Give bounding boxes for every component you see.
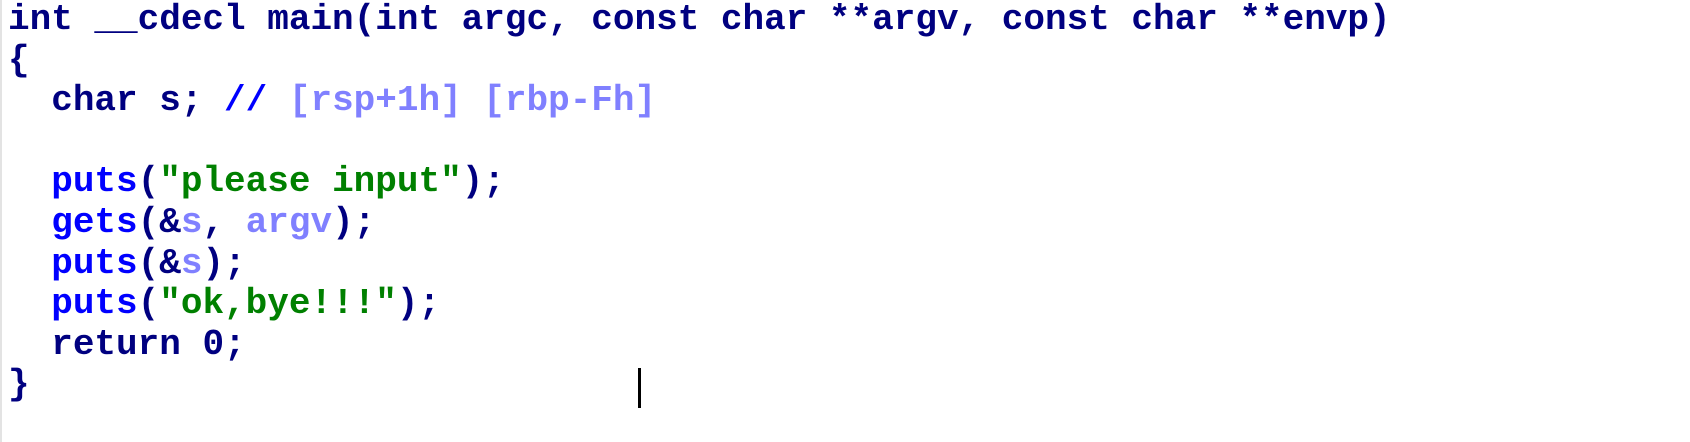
return-statement[interactable]: return 0; (51, 324, 245, 365)
string-literal[interactable]: "ok,bye!!!" (159, 283, 397, 324)
function-signature[interactable]: int __cdecl main(int argc, const char **… (8, 0, 1391, 40)
open-brace-line[interactable]: { (8, 39, 1391, 82)
editor-gutter-line (0, 0, 2, 442)
code-line-gets[interactable]: gets(&s, argv); (8, 201, 1391, 244)
code-line-return[interactable]: return 0; (8, 324, 1391, 366)
function-signature-line[interactable]: int __cdecl main(int argc, const char **… (8, 0, 1391, 41)
variable-declaration[interactable]: char s; (51, 80, 224, 121)
paren-open: ( (137, 161, 160, 203)
comment-marker: // (224, 80, 289, 122)
local-variable-s[interactable]: s (181, 202, 203, 243)
function-call-puts[interactable]: puts (51, 161, 137, 203)
close-brace: } (8, 364, 30, 406)
paren-close: ); (202, 242, 246, 284)
close-brace-line[interactable]: } (8, 365, 1391, 406)
paren-open-ampersand: (& (137, 201, 181, 243)
local-variable-s[interactable]: s (181, 243, 203, 284)
code-line-puts-s[interactable]: puts(&s); (8, 242, 1391, 285)
function-call-gets[interactable]: gets (51, 202, 137, 243)
paren-close: ); (332, 201, 376, 243)
pseudocode-view[interactable]: int __cdecl main(int argc, const char **… (8, 0, 1391, 406)
code-line-puts-prompt[interactable]: puts("please input"); (8, 162, 1391, 203)
open-brace: { (8, 39, 30, 81)
code-line-puts-bye[interactable]: puts("ok,bye!!!"); (8, 283, 1391, 325)
argument-separator: , (202, 201, 246, 243)
string-literal[interactable]: "please input" (159, 161, 461, 203)
paren-close: ); (396, 283, 441, 325)
paren-open-ampersand: (& (137, 242, 181, 284)
text-cursor (638, 368, 641, 408)
function-call-puts[interactable]: puts (51, 243, 137, 284)
argument-argv[interactable]: argv (246, 202, 332, 243)
function-call-puts[interactable]: puts (51, 283, 137, 324)
paren-close: ); (461, 161, 505, 203)
paren-open: ( (137, 283, 160, 325)
stack-offset-comment: [rsp+1h] [rbp-Fh] (288, 80, 657, 122)
declaration-line[interactable]: char s; // [rsp+1h] [rbp-Fh] (8, 80, 1391, 122)
